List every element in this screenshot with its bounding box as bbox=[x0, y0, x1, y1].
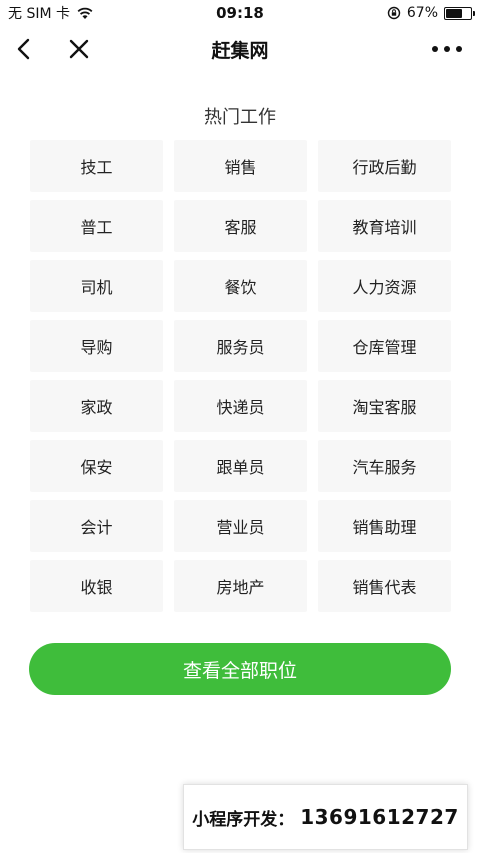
promo-label: 小程序开发： bbox=[192, 809, 295, 830]
job-grid: 技工 销售 行政后勤 普工 客服 教育培训 司机 餐饮 人力资源 导购 服务员 … bbox=[30, 140, 451, 612]
job-item[interactable]: 技工 bbox=[30, 140, 163, 192]
job-item[interactable]: 汽车服务 bbox=[318, 440, 451, 492]
job-item[interactable]: 房地产 bbox=[174, 560, 307, 612]
job-item[interactable]: 跟单员 bbox=[174, 440, 307, 492]
view-all-jobs-button[interactable]: 查看全部职位 bbox=[29, 643, 451, 695]
job-item[interactable]: 销售助理 bbox=[318, 500, 451, 552]
job-item[interactable]: 会计 bbox=[30, 500, 163, 552]
job-item[interactable]: 客服 bbox=[174, 200, 307, 252]
job-item[interactable]: 教育培训 bbox=[318, 200, 451, 252]
job-item[interactable]: 保安 bbox=[30, 440, 163, 492]
back-arrow-icon[interactable] bbox=[12, 36, 38, 62]
status-left: 无 SIM 卡 bbox=[8, 3, 168, 23]
job-item[interactable]: 司机 bbox=[30, 260, 163, 312]
rotation-lock-icon bbox=[387, 6, 401, 20]
wifi-icon bbox=[77, 7, 93, 19]
status-time: 09:18 bbox=[216, 4, 264, 22]
job-item[interactable]: 导购 bbox=[30, 320, 163, 372]
more-dot bbox=[456, 46, 462, 52]
more-options-icon[interactable] bbox=[432, 39, 462, 59]
job-item[interactable]: 餐饮 bbox=[174, 260, 307, 312]
job-item[interactable]: 收银 bbox=[30, 560, 163, 612]
promo-banner: 小程序开发： 13691612727 bbox=[183, 784, 468, 850]
job-item[interactable]: 快递员 bbox=[174, 380, 307, 432]
more-dot bbox=[444, 46, 450, 52]
close-icon[interactable] bbox=[66, 36, 92, 62]
status-right: 67% bbox=[312, 5, 475, 21]
job-item[interactable]: 服务员 bbox=[174, 320, 307, 372]
nav-bar: 赶集网 bbox=[0, 26, 480, 72]
battery-fill bbox=[446, 8, 463, 18]
job-item[interactable]: 行政后勤 bbox=[318, 140, 451, 192]
job-item[interactable]: 普工 bbox=[30, 200, 163, 252]
job-item[interactable]: 淘宝客服 bbox=[318, 380, 451, 432]
carrier-text: 无 SIM 卡 bbox=[8, 6, 70, 22]
more-dot bbox=[432, 46, 438, 52]
status-bar: 无 SIM 卡 09:18 67% bbox=[0, 0, 480, 26]
job-item[interactable]: 仓库管理 bbox=[318, 320, 451, 372]
job-item[interactable]: 销售 bbox=[174, 140, 307, 192]
battery-icon bbox=[444, 6, 475, 20]
job-item[interactable]: 人力资源 bbox=[318, 260, 451, 312]
promo-phone: 13691612727 bbox=[300, 805, 459, 829]
job-item[interactable]: 家政 bbox=[30, 380, 163, 432]
job-item[interactable]: 营业员 bbox=[174, 500, 307, 552]
job-item[interactable]: 销售代表 bbox=[318, 560, 451, 612]
section-title: 热门工作 bbox=[204, 107, 276, 128]
battery-percent: 67% bbox=[406, 5, 438, 21]
